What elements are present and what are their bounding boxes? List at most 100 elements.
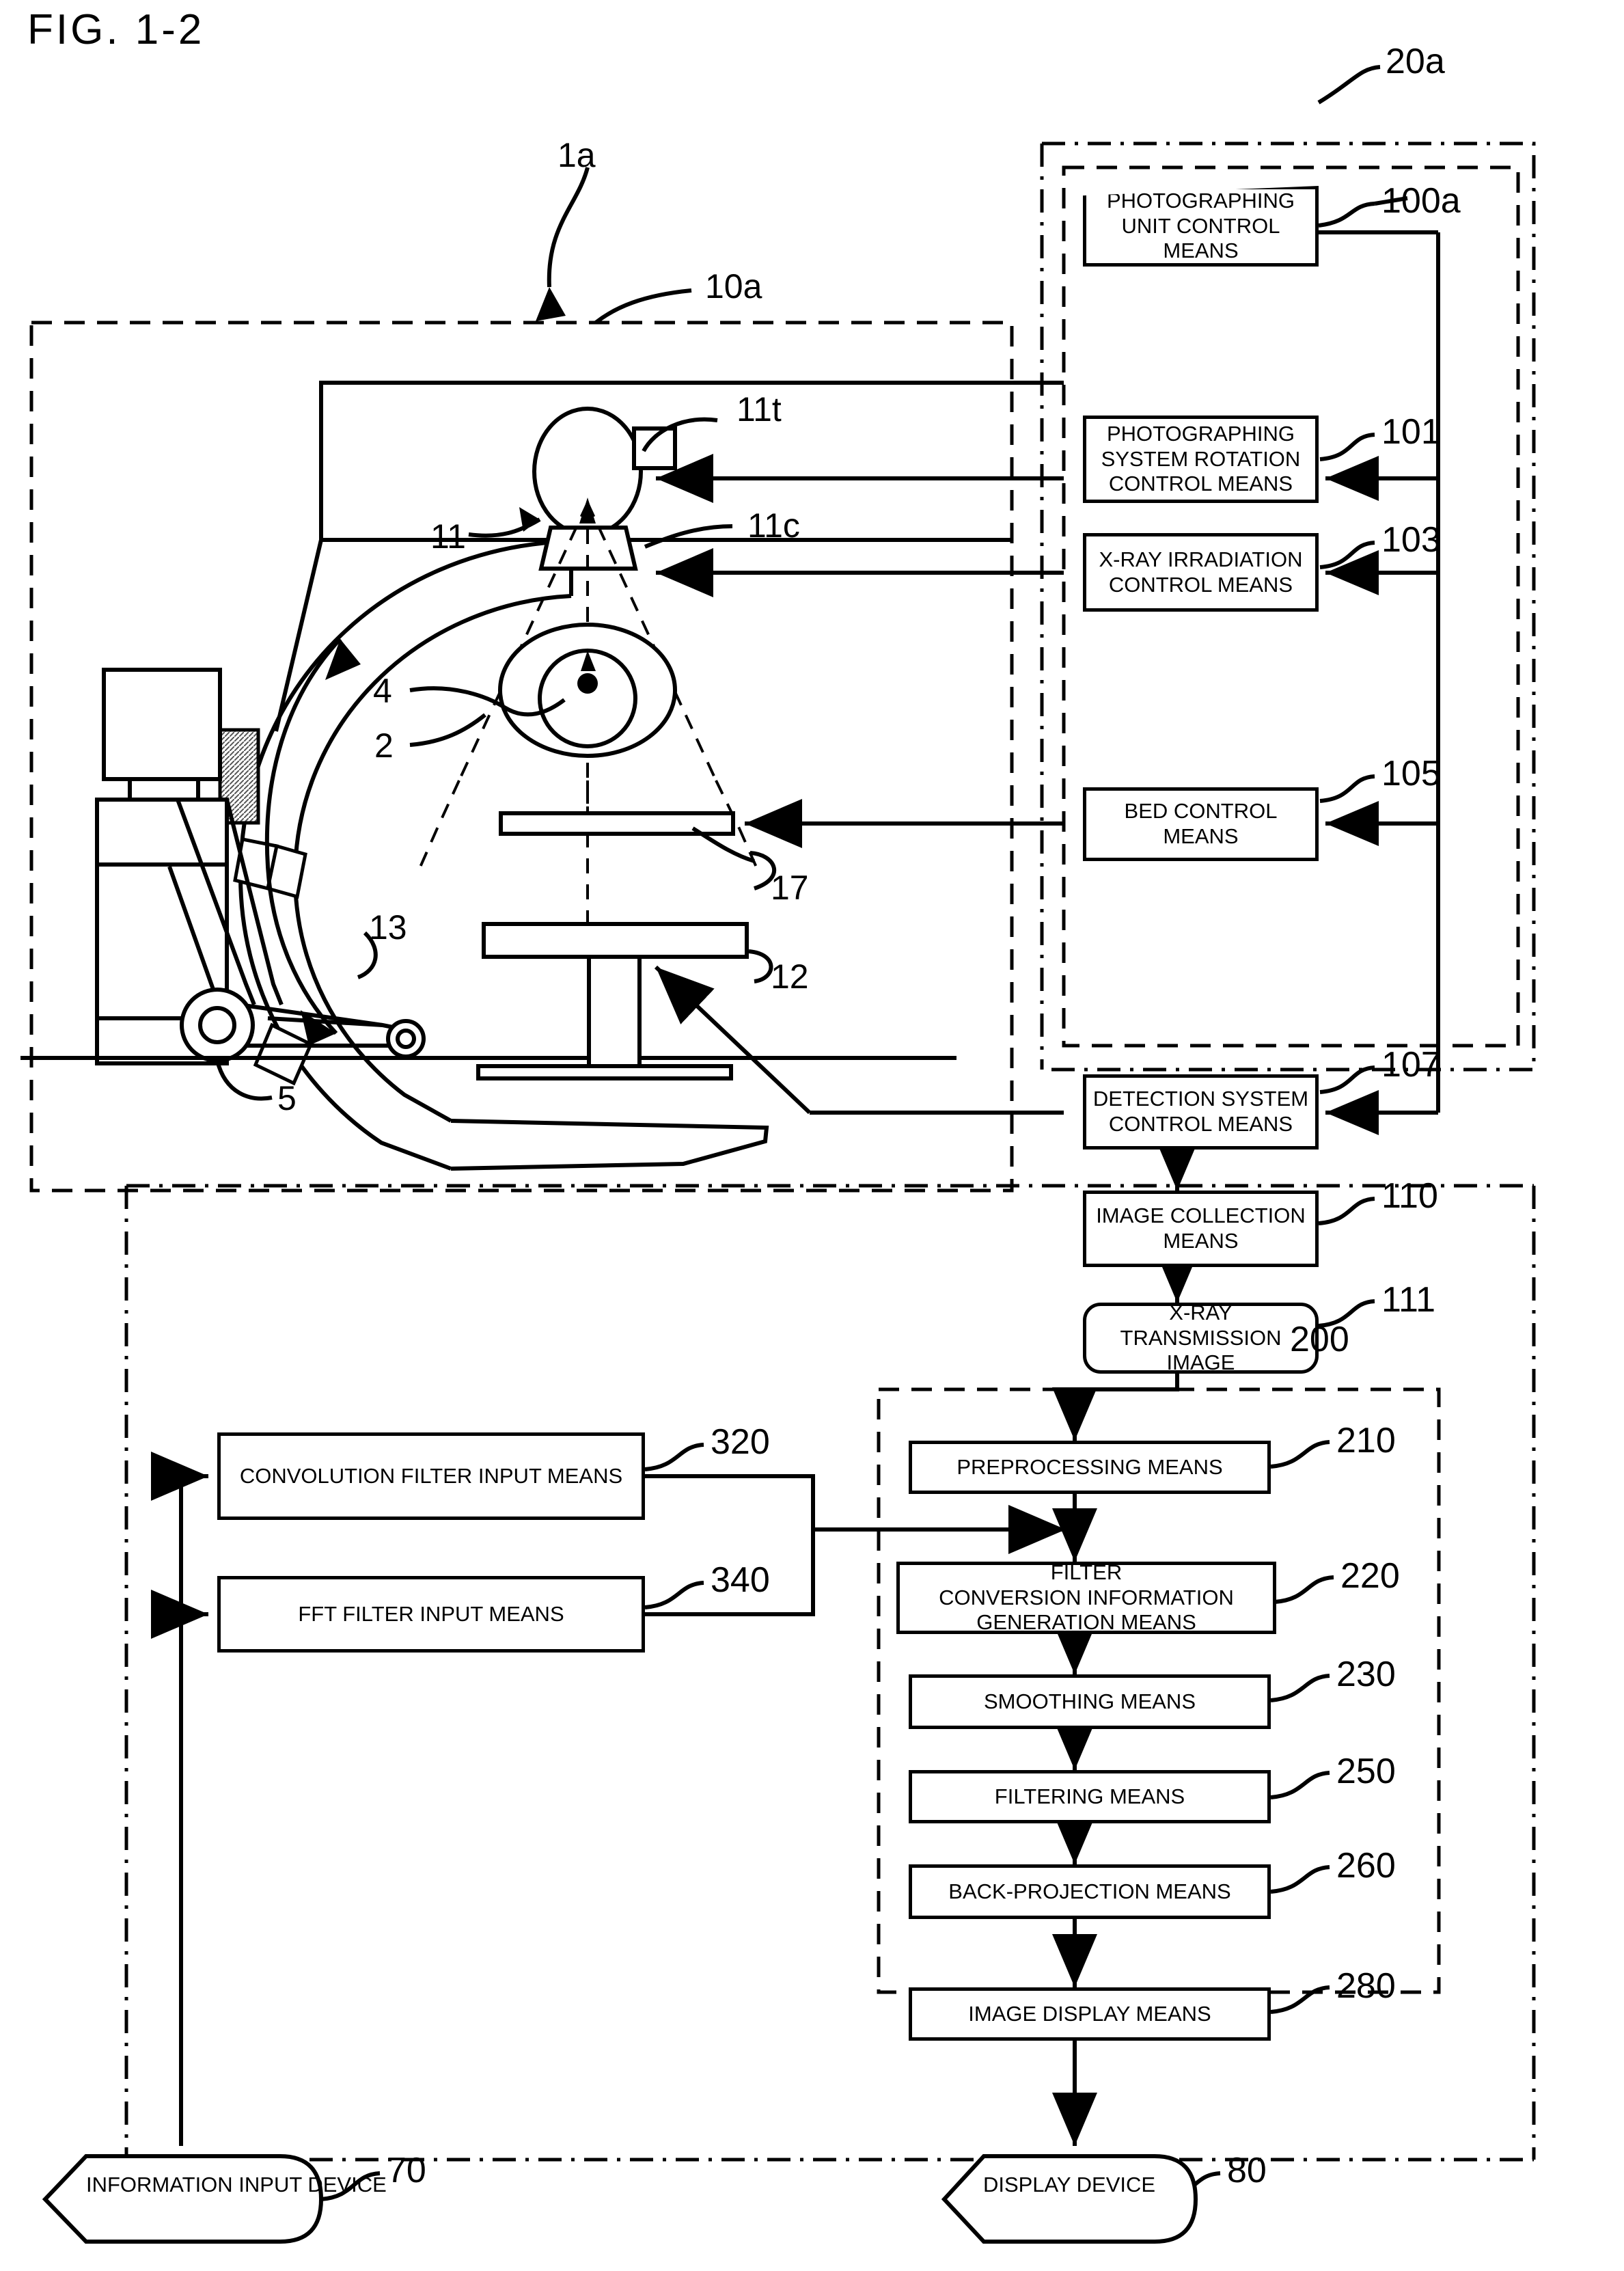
block-label: IMAGE DISPLAY MEANS: [968, 2001, 1211, 2026]
ref-11: 11: [430, 517, 466, 556]
beam-edge-left-3: [415, 828, 439, 875]
leader-20a: [1317, 65, 1381, 105]
block-fft-filter-input-means[interactable]: FFT FILTER INPUT MEANS: [217, 1576, 645, 1653]
leader-220: [1274, 1575, 1334, 1604]
ref-1a: 1a: [558, 136, 596, 174]
block-image-collection-means[interactable]: IMAGE COLLECTION MEANS: [1083, 1191, 1319, 1267]
c-arm-bottom-tail: [450, 1119, 769, 1171]
block-photographing-system-rotation-control-means[interactable]: PHOTOGRAPHING SYSTEM ROTATION CONTROL ME…: [1083, 416, 1319, 503]
ref-2: 2: [374, 726, 394, 765]
ref-11c: 11c: [747, 506, 800, 545]
detector-12: [482, 922, 749, 959]
block-detection-system-control-means[interactable]: DETECTION SYSTEM CONTROL MEANS: [1083, 1074, 1319, 1150]
block-photographing-unit-control-means[interactable]: PHOTOGRAPHING UNIT CONTROL MEANS: [1083, 186, 1319, 267]
ref-12: 12: [771, 957, 809, 996]
leader-11c: [644, 524, 733, 549]
leader-260: [1270, 1865, 1330, 1894]
ref-4: 4: [373, 672, 392, 710]
leader-320: [644, 1443, 704, 1471]
ref-340: 340: [711, 1560, 770, 1600]
ref-105: 105: [1381, 754, 1441, 793]
stand-head-legs: [128, 779, 200, 800]
ref-110: 110: [1381, 1176, 1438, 1216]
ref-103: 103: [1381, 520, 1441, 560]
ref-320: 320: [711, 1422, 770, 1462]
block-label: IMAGE COLLECTION MEANS: [1096, 1204, 1306, 1253]
caster-wheel-inner: [396, 1029, 416, 1049]
block-convolution-filter-input-means[interactable]: CONVOLUTION FILTER INPUT MEANS: [217, 1432, 645, 1520]
leader-1a-arrow: [536, 287, 566, 321]
ref-200: 200: [1290, 1320, 1349, 1359]
ref-70: 70: [387, 2151, 426, 2190]
block-label: PREPROCESSING MEANS: [956, 1454, 1223, 1479]
link-info-device-to-320: [151, 1452, 208, 2146]
leader-340: [644, 1581, 704, 1609]
leader-2: [409, 713, 486, 747]
leader-250: [1270, 1771, 1330, 1799]
ref-220: 220: [1340, 1556, 1400, 1596]
block-image-display-means[interactable]: IMAGE DISPLAY MEANS: [909, 1987, 1271, 2041]
leader-105: [1319, 774, 1375, 803]
detector-pillar: [587, 955, 642, 1068]
diagram-canvas: [20, 65, 1536, 2244]
block-preprocessing-means[interactable]: PREPROCESSING MEANS: [909, 1441, 1271, 1494]
leader-110: [1318, 1197, 1375, 1225]
block-label: SMOOTHING MEANS: [983, 1689, 1196, 1713]
block-label: FFT FILTER INPUT MEANS: [298, 1601, 564, 1626]
ref-101: 101: [1381, 412, 1441, 452]
patent-figure-page: FIG. 1-2 PHOTOGRAPHING UNIT CONTROL MEAN…: [0, 0, 1624, 2271]
ref-210: 210: [1336, 1421, 1396, 1460]
ref-230: 230: [1336, 1655, 1396, 1694]
block-label: FILTERING MEANS: [994, 1784, 1185, 1808]
ref-111: 111: [1381, 1280, 1436, 1320]
display-device-label: DISPLAY DEVICE: [982, 2173, 1156, 2197]
arc-slider-plate-upper2: [266, 843, 307, 899]
ref-11t: 11t: [737, 390, 782, 429]
block-label: PHOTOGRAPHING UNIT CONTROL MEANS: [1106, 189, 1295, 263]
block-label: BACK-PROJECTION MEANS: [948, 1879, 1231, 1903]
leader-10a: [594, 288, 692, 325]
ref-260: 260: [1336, 1846, 1396, 1886]
main-wheel-inner: [198, 1006, 236, 1044]
block-x-ray-irradiation-control-means[interactable]: X-RAY IRRADIATION CONTROL MEANS: [1083, 533, 1319, 612]
block-filter-conversion-information-generation-means[interactable]: FILTER CONVERSION INFORMATION GENERATION…: [896, 1560, 1276, 1634]
ref-100a: 100a: [1381, 181, 1461, 221]
display-device-shape: [941, 2154, 1198, 2244]
ref-10a: 10a: [705, 267, 762, 305]
leader-230: [1270, 1674, 1330, 1702]
leader-101: [1319, 433, 1375, 461]
beam-edge-right-3: [738, 828, 761, 875]
leader-210: [1270, 1440, 1330, 1469]
block-filtering-means[interactable]: FILTERING MEANS: [909, 1770, 1271, 1823]
ref-5: 5: [277, 1079, 297, 1117]
stand-head-box: [102, 668, 222, 781]
beam-edge-left-2: [436, 780, 460, 829]
ref-250: 250: [1336, 1752, 1396, 1791]
block-bed-control-means[interactable]: BED CONTROL MEANS: [1083, 787, 1319, 861]
info-input-device-label: INFORMATION INPUT DEVICE: [86, 2173, 387, 2197]
leader-12: [748, 949, 773, 983]
leader-1a: [547, 167, 590, 288]
block-back-projection-means[interactable]: BACK-PROJECTION MEANS: [909, 1864, 1271, 1919]
ref-107: 107: [1381, 1045, 1441, 1085]
block-label: DETECTION SYSTEM CONTROL MEANS: [1092, 1087, 1309, 1136]
subject-center-dot: [577, 673, 598, 694]
leader-100a: [1318, 202, 1375, 228]
ref-80: 80: [1227, 2151, 1267, 2190]
block-label: X-RAY TRANSMISSION IMAGE: [1120, 1301, 1282, 1375]
ref-13: 13: [369, 908, 407, 947]
ref-17: 17: [771, 869, 809, 907]
rotation-arc-indicator: [264, 637, 342, 1035]
block-smoothing-means[interactable]: SMOOTHING MEANS: [909, 1674, 1271, 1729]
block-label: BED CONTROL MEANS: [1124, 799, 1278, 848]
arc-slider-plate-lower: [253, 1022, 314, 1086]
leader-103: [1319, 541, 1375, 569]
ref-20a: 20a: [1386, 42, 1445, 81]
block-label: PHOTOGRAPHING SYSTEM ROTATION CONTROL ME…: [1101, 422, 1301, 496]
block-x-ray-transmission-image[interactable]: X-RAY TRANSMISSION IMAGE: [1083, 1301, 1319, 1375]
block-label: X-RAY IRRADIATION CONTROL MEANS: [1099, 547, 1303, 597]
ref-280: 280: [1336, 1966, 1396, 2006]
block-label: CONVOLUTION FILTER INPUT MEANS: [239, 1463, 623, 1488]
info-input-device-shape: [42, 2154, 324, 2244]
stand-upper-body: [95, 798, 229, 867]
